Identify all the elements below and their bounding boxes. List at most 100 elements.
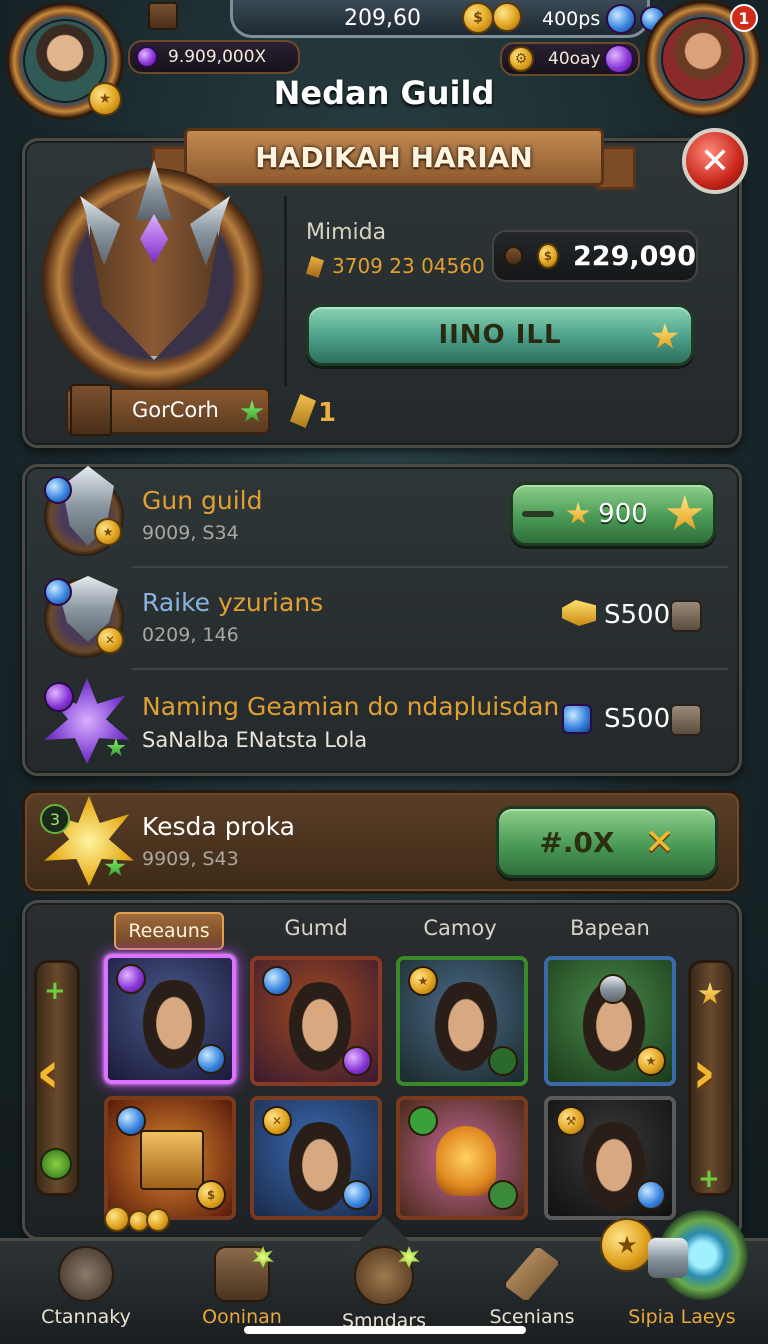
close-button[interactable]: ✕ bbox=[682, 128, 748, 194]
offer-title: Kesda proka bbox=[142, 812, 295, 841]
nav-label: Ctannaky bbox=[41, 1306, 131, 1328]
hero-card[interactable]: ✕ bbox=[250, 1096, 382, 1220]
member-label: Mimida bbox=[306, 220, 387, 245]
fortress-icon bbox=[58, 1246, 114, 1302]
notification-count: 1 bbox=[738, 8, 750, 28]
multiplier-x-icon: ✕ bbox=[644, 821, 675, 863]
daily-banner-title: HADIKAH HARIAN bbox=[255, 140, 533, 174]
pouch-icon bbox=[504, 246, 523, 266]
daily-banner: HADIKAH HARIAN bbox=[184, 128, 604, 186]
hero-class-icon bbox=[196, 1044, 226, 1074]
tab-camoy[interactable]: Camoy bbox=[400, 916, 520, 940]
guild-row-subtitle: 9009, S34 bbox=[142, 522, 239, 544]
offer-level-value: 3 bbox=[49, 809, 61, 829]
nav-ooninan[interactable]: Ooninan bbox=[172, 1246, 312, 1336]
pet-card[interactable] bbox=[396, 1096, 528, 1220]
chevron-left-icon[interactable]: ‹ bbox=[36, 1038, 60, 1106]
guild-row-subtitle: 0209, 146 bbox=[142, 624, 239, 646]
pet-badge-icon bbox=[408, 1106, 438, 1136]
treasure-coin-icon: $ bbox=[196, 1180, 226, 1210]
daily-action-label: IINO ILL bbox=[438, 320, 562, 350]
hero-card[interactable]: ⚒ bbox=[544, 1096, 676, 1220]
gem-icon bbox=[136, 46, 158, 68]
coin-stack-icon bbox=[492, 2, 522, 32]
notification-badge[interactable]: 1 bbox=[730, 4, 758, 32]
guild-row-coin-icon: ★ bbox=[94, 518, 122, 546]
hero-helmet-icon bbox=[598, 974, 628, 1004]
nav-ctannaky[interactable]: Ctannaky bbox=[16, 1246, 156, 1336]
hero-rank-icon bbox=[116, 964, 146, 994]
treasure-card[interactable]: $ bbox=[104, 1096, 236, 1220]
hero-class-icon bbox=[488, 1046, 518, 1076]
star-icon-large bbox=[666, 495, 704, 530]
guild-join-reward: 900 bbox=[598, 499, 648, 529]
tab-gumd[interactable]: Gumd bbox=[256, 916, 376, 940]
gold-amount: 209,60 bbox=[344, 6, 421, 31]
energy-label: 40oay bbox=[548, 49, 601, 69]
gear-icon: ⚙ bbox=[508, 46, 534, 72]
hero-class-icon bbox=[342, 1180, 372, 1210]
star-icon bbox=[651, 323, 679, 349]
nav-label: Scenians bbox=[489, 1306, 575, 1328]
tab-reeauns[interactable]: Reeauns bbox=[114, 912, 224, 950]
gem-counter[interactable]: 9.909,000X bbox=[128, 40, 300, 74]
hero-rank-icon: ★ bbox=[408, 966, 438, 996]
guild-row-title: Gun guild bbox=[142, 486, 263, 515]
crate-icon bbox=[70, 384, 112, 436]
tab-bapean[interactable]: Bapean bbox=[550, 916, 670, 940]
star-coin-icon[interactable]: ★ bbox=[600, 1218, 654, 1272]
guild-row-reward: S500 bbox=[604, 704, 671, 734]
hero-rank-icon: ✕ bbox=[262, 1106, 292, 1136]
fox-pet-icon bbox=[436, 1126, 496, 1196]
page-title: Nedan Guild bbox=[273, 74, 495, 112]
coin-pile-icon bbox=[104, 1206, 130, 1232]
offer-claim-label: #.0X bbox=[539, 825, 615, 859]
dash-icon bbox=[522, 511, 555, 517]
stone-icon[interactable] bbox=[670, 704, 702, 736]
treasure-chest-icon[interactable] bbox=[148, 2, 178, 30]
hammer-icon bbox=[504, 1246, 560, 1302]
offer-level-badge: 3 bbox=[40, 804, 70, 834]
currency-value: 229,090 bbox=[573, 240, 696, 272]
plus-icon-right: + bbox=[698, 1164, 720, 1194]
nav-smndars[interactable]: Smndars bbox=[314, 1246, 454, 1336]
guild-row-coin-icon: ✕ bbox=[96, 626, 124, 654]
treasure-box-icon bbox=[140, 1130, 204, 1190]
guild-row-badge-icon bbox=[44, 578, 72, 606]
guild-row-reward: S500 bbox=[604, 600, 671, 630]
hero-card[interactable]: ★ bbox=[544, 956, 676, 1086]
chevron-right-icon[interactable]: › bbox=[692, 1038, 716, 1106]
coin-icon-2: $ bbox=[536, 243, 560, 269]
coin-pile-icon bbox=[146, 1208, 170, 1232]
row-divider bbox=[132, 668, 728, 670]
star-icon-small bbox=[566, 502, 590, 524]
hero-rank-icon bbox=[262, 966, 292, 996]
nav-scenians[interactable]: Scenians bbox=[462, 1246, 602, 1336]
coin-icon: $ bbox=[462, 2, 494, 34]
nav-label: Sipia Laeys bbox=[628, 1306, 736, 1328]
currency-display: $ 229,090 bbox=[492, 230, 698, 282]
guild-row-title: Naming Geamian do ndapluisdan bbox=[142, 692, 560, 721]
guild-row-title: Raike yzurians bbox=[142, 588, 323, 617]
tab-label: Reeauns bbox=[128, 920, 210, 942]
panel-divider bbox=[284, 196, 287, 386]
plus-icon: + bbox=[44, 976, 66, 1006]
offer-claim-button[interactable]: #.0X ✕ bbox=[496, 806, 718, 878]
offer-subtitle: 9909, S43 bbox=[142, 848, 239, 870]
guild-row-title-part1: Raike bbox=[142, 588, 211, 617]
stone-icon[interactable] bbox=[670, 600, 702, 632]
hero-card[interactable] bbox=[104, 954, 236, 1084]
guild-row-title-part2: yzurians bbox=[218, 588, 324, 617]
energy-gem-icon bbox=[604, 44, 634, 74]
guild-row-badge-icon bbox=[44, 476, 72, 504]
pencil-icon bbox=[40, 1148, 72, 1180]
crystal-icon bbox=[606, 4, 636, 34]
guild-row-badge-icon bbox=[44, 682, 74, 712]
daily-action-button[interactable]: IINO ILL bbox=[306, 304, 694, 366]
hero-card[interactable]: ★ bbox=[396, 956, 528, 1086]
guild-join-button[interactable]: 900 bbox=[510, 482, 716, 546]
gem-amount: 9.909,000X bbox=[168, 47, 267, 67]
treasure-badge-icon bbox=[116, 1106, 146, 1136]
hero-card[interactable] bbox=[250, 956, 382, 1086]
home-indicator bbox=[244, 1326, 526, 1334]
